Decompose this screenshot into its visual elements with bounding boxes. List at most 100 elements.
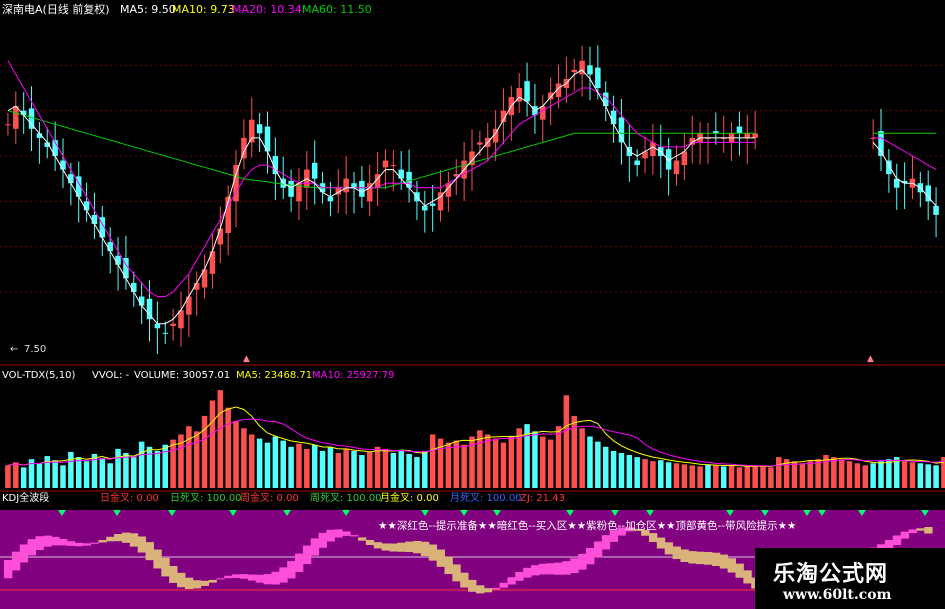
kdj-band [475, 585, 485, 594]
volume-bar [760, 466, 766, 488]
candlesticks [5, 45, 939, 355]
kdj-band [342, 531, 351, 536]
volume-bar [359, 455, 365, 488]
volume-bar [170, 439, 176, 488]
candle-body [933, 205, 939, 215]
volume-bar [36, 463, 43, 488]
volume-bar [296, 443, 302, 488]
candle-body [131, 282, 137, 292]
kdj-item-1: 日死叉: 100.00 [170, 492, 242, 504]
volume-bar [131, 457, 137, 488]
candle-body [217, 228, 224, 245]
volume-bar [5, 465, 11, 488]
volume-bar [595, 441, 601, 488]
kdj-band [326, 529, 335, 542]
kdj-band [444, 556, 453, 575]
volume-bar [862, 465, 869, 488]
kdj-band [538, 563, 548, 575]
kdj-band [247, 574, 257, 581]
kdj-item-3: 周死叉: 100.00 [310, 492, 382, 504]
volume-bar [658, 460, 664, 488]
kdj-band [413, 540, 422, 554]
kdj-header-items: 日金叉: 0.00 日死叉: 100.00周金叉: 0.00 周死叉: 100.00… [100, 491, 565, 504]
kdj-band [507, 577, 516, 585]
kdj-band [302, 545, 312, 565]
volume-bar [280, 440, 286, 488]
kdj-band [334, 529, 343, 538]
kdj-band [224, 575, 233, 579]
kdj-band [397, 542, 406, 552]
kdj-band [562, 561, 571, 575]
kdj-band [279, 567, 288, 583]
volume-bar [917, 463, 924, 488]
kdj-band [11, 551, 21, 571]
kdj-band [200, 580, 210, 586]
volume-bar [217, 390, 224, 488]
volume-bar [319, 450, 326, 488]
kdj-band [586, 548, 595, 565]
volume-bar [461, 444, 467, 488]
kdj-band [98, 540, 107, 543]
volume-bar [52, 460, 58, 488]
volume-bar [154, 450, 161, 488]
volume-bar [579, 428, 585, 488]
kdj-band [287, 561, 296, 579]
candle-body [256, 124, 263, 134]
volume-value: VOLUME: 30057.01 [134, 370, 230, 381]
volume-bar [736, 467, 743, 488]
kdj-band [137, 536, 147, 553]
kdj-band [357, 537, 367, 541]
kdj-band [727, 558, 736, 573]
candle-body [138, 296, 145, 306]
kdj-band [295, 553, 304, 572]
volume-bar [414, 457, 420, 488]
stock-chart: ← 7.50 ▲ ▲ 深南电A(日线 前复权) MA5: 9.50 MA10: … [0, 2, 945, 609]
volume-bar [587, 436, 593, 488]
volume-bar [540, 436, 546, 488]
kdj-band [216, 578, 225, 580]
kdj-band [704, 551, 713, 565]
volume-bar [547, 439, 554, 488]
kdj-band [192, 580, 202, 589]
volume-bar [83, 461, 90, 488]
volume-bar [500, 442, 507, 488]
candle-body [115, 255, 121, 265]
candle-body [28, 108, 35, 129]
kdj-band [169, 565, 178, 583]
volume-bar [99, 458, 106, 488]
candle-body [673, 160, 680, 175]
kdj-band [428, 544, 438, 561]
volume-bar [123, 452, 129, 488]
candle-body [540, 106, 546, 120]
volume-bar [492, 438, 499, 488]
volume-bar [838, 459, 845, 488]
candle-body [327, 196, 334, 202]
volume-bar [366, 451, 373, 488]
kdj-band [35, 536, 44, 551]
volume-bar [925, 464, 931, 488]
kdj-band [672, 546, 681, 560]
volume-bar [201, 415, 208, 488]
ma60-label: MA60: 11.50 [302, 3, 372, 16]
candle-body [343, 178, 349, 193]
volume-bar [382, 448, 389, 488]
kdj-item-4: 月金叉: 0.00 [380, 491, 439, 504]
kdj-band [43, 535, 52, 547]
volume-bar [878, 461, 884, 488]
kdj-band [350, 535, 359, 537]
candle-body [13, 106, 19, 129]
kdj-band [648, 533, 658, 542]
volume-bar [697, 466, 703, 488]
candle-body [422, 205, 428, 211]
stock-title: 深南电A(日线 前复权) [2, 2, 110, 16]
volume-bar [44, 456, 51, 488]
volume-bar [68, 451, 74, 488]
volume-bar [390, 452, 397, 488]
kdj-band [121, 532, 131, 543]
volume-bar [555, 426, 562, 488]
kdj-item-6: ZJ: 21.43 [520, 493, 565, 504]
volume-bar [752, 465, 758, 488]
kdj-band [656, 537, 666, 549]
volume-bar [60, 465, 66, 488]
kdj-band [389, 543, 398, 552]
